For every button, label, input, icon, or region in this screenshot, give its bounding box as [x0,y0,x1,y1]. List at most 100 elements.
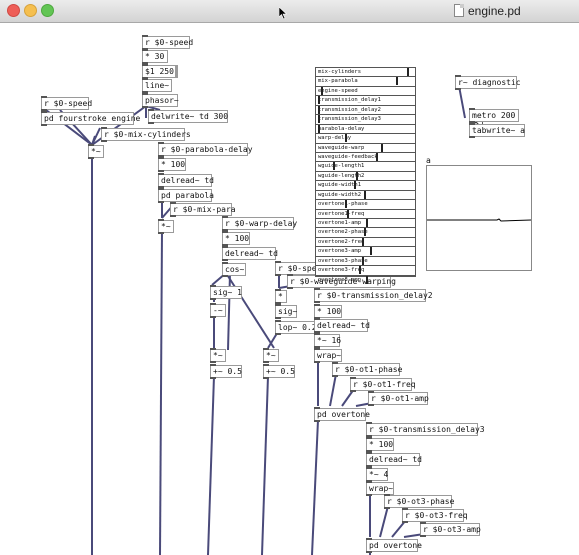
slider-row[interactable]: engine-speed [316,86,415,97]
slider-row[interactable]: wguide-width2 [316,190,415,201]
object-pd-overtone-a[interactable]: pd overtone [314,407,370,422]
zoom-button[interactable] [41,4,54,17]
object-metro[interactable]: metro 200 [469,108,519,123]
object-receive-mix-para[interactable]: r $0-mix-para [170,202,236,217]
object-multiply-30[interactable]: * 30 [142,49,168,64]
object-receive-ot1-freq[interactable]: r $0-ot1-freq [350,377,416,392]
object-multiply-small[interactable]: * [275,289,287,304]
slider-knob[interactable] [381,143,384,152]
object-tabwrite[interactable]: tabwrite~ a [469,123,525,138]
object-receive-speed[interactable]: r $0-speed [142,35,193,50]
object-multiply-100-d[interactable]: * 100 [366,437,394,452]
slider-row[interactable]: overtone3-freq [316,266,415,276]
object-pd-parabola[interactable]: pd parabola [158,188,214,203]
object-lop[interactable]: lop~ 0.2 [275,320,317,335]
slider-knob[interactable] [364,228,366,237]
object-receive-parabola-delay[interactable]: r $0-parabola-delay [158,142,253,157]
object-pd-overtone-b[interactable]: pd overtone [366,538,422,553]
object-receive-ot1-amp[interactable]: r $0-ot1-amp [368,391,429,406]
slider-row[interactable]: waveguide-feedback [316,152,415,163]
slider-row[interactable]: mix-cylinders [316,68,415,78]
object-sig[interactable]: sig~ [275,304,297,319]
slider-row[interactable]: overtone2-phase [316,228,415,238]
slider-knob[interactable] [354,181,357,190]
slider-knob[interactable] [317,115,320,124]
slider-knob[interactable] [364,190,366,199]
object-signal-multiply-para[interactable]: *~ [158,219,174,234]
object-delread-b[interactable]: delread~ td [222,246,278,261]
slider-knob[interactable] [344,134,347,143]
object-delread-a[interactable]: delread~ td [158,173,214,188]
object-receive-ot3-phase[interactable]: r $0-ot3-phase [384,494,454,509]
object-delwrite[interactable]: delwrite~ td 300 [148,109,228,124]
slider-knob[interactable] [362,237,365,246]
object-receive-transmission-delay2[interactable]: r $0-transmission_delay2 [314,288,433,303]
slider-row[interactable]: overtone1-phase [316,200,415,210]
object-cos[interactable]: cos~ [222,262,246,277]
slider-row[interactable]: overtone2-freq [316,237,415,248]
slider-row[interactable]: overtone3-amp [316,275,415,285]
slider-knob[interactable] [356,171,359,180]
object-multiply-4[interactable]: *~ 4 [366,467,388,482]
slider-row[interactable]: parabola-delay [316,124,415,135]
object-receive-speed-left[interactable]: r $0-speed [41,96,92,111]
slider-row[interactable]: warp-delay [316,134,415,144]
slider-row[interactable]: transmission_delay3 [316,115,415,125]
slider-knob[interactable] [365,219,368,227]
message-line-ramp[interactable]: $1 250 [142,64,178,79]
object-add-half-a[interactable]: +~ 0.5 [210,364,242,379]
slider-knob[interactable] [346,209,349,218]
slider-row[interactable]: transmission_delay2 [316,105,415,116]
slider-knob[interactable] [317,124,320,133]
object-delread-c[interactable]: delread~ td [314,318,370,333]
slider-row[interactable]: overtone3-phase [316,256,415,267]
slider-row[interactable]: wguide-length1 [316,162,415,172]
slider-knob[interactable] [320,86,323,95]
slider-row[interactable]: mix-parabola [316,77,415,87]
object-pd-fourstroke-engine[interactable]: pd fourstroke engine [41,111,140,126]
object-line[interactable]: line~ [142,78,172,93]
slider-row[interactable]: overtone1-amp [316,219,415,229]
slider-row[interactable]: waveguide-warp [316,143,415,153]
slider-knob[interactable] [317,105,320,114]
object-wrap-a[interactable]: wrap~ [314,348,342,363]
object-signal-multiply-a[interactable]: *~ [210,348,226,363]
slider-knob[interactable] [362,256,365,265]
object-receive-ot1-phase[interactable]: r $0-ot1-phase [332,362,402,377]
object-receive-mix-cylinders[interactable]: r $0-mix-cylinders [101,127,191,142]
array-graph[interactable] [426,165,532,271]
slider-knob[interactable] [395,77,398,86]
slider-knob[interactable] [369,247,372,256]
slider-row[interactable]: transmission_delay1 [316,96,415,106]
slider-knob[interactable] [407,68,410,76]
object-receive-ot3-amp[interactable]: r $0-ot3-amp [420,522,481,537]
object-sig-1[interactable]: sig~ 1 [210,285,242,300]
slider-knob[interactable] [359,266,362,275]
slider-knob[interactable] [375,152,378,161]
object-phasor[interactable]: phasor~ [142,93,179,108]
object-multiply-100-b[interactable]: * 100 [222,231,250,246]
slider-row[interactable]: overtone3-amp [316,247,415,257]
title-bar[interactable]: engine.pd [0,0,579,23]
minimize-button[interactable] [24,4,37,17]
object-multiply-16[interactable]: *~ 16 [314,333,341,348]
object-receive-diagnostic[interactable]: r~ diagnostic [455,75,521,90]
object-signal-multiply-left[interactable]: *~ [88,144,104,159]
slider-row[interactable]: wguide-length2 [316,171,415,182]
object-signal-minus[interactable]: -~ [210,303,226,318]
slider-row[interactable]: wguide-width1 [316,181,415,191]
patch-canvas[interactable]: r $0-speed * 30 $1 250 line~ phasor~ r $… [0,23,579,555]
slider-knob[interactable] [344,200,347,209]
slider-knob[interactable] [317,96,320,105]
object-receive-transmission-delay3[interactable]: r $0-transmission_delay3 [366,422,485,437]
object-add-half-b[interactable]: +~ 0.5 [263,364,295,379]
object-receive-warp-delay[interactable]: r $0-warp-delay [222,216,297,231]
object-receive-ot3-freq[interactable]: r $0-ot3-freq [402,508,468,523]
object-delread-d[interactable]: delread~ td [366,452,422,467]
object-multiply-100-a[interactable]: * 100 [158,157,186,172]
slider-row[interactable]: overtone1-freq [316,209,415,219]
object-multiply-100-c[interactable]: * 100 [314,304,342,319]
close-button[interactable] [7,4,20,17]
object-signal-multiply-b[interactable]: *~ [263,348,279,363]
slider-knob[interactable] [333,162,336,171]
